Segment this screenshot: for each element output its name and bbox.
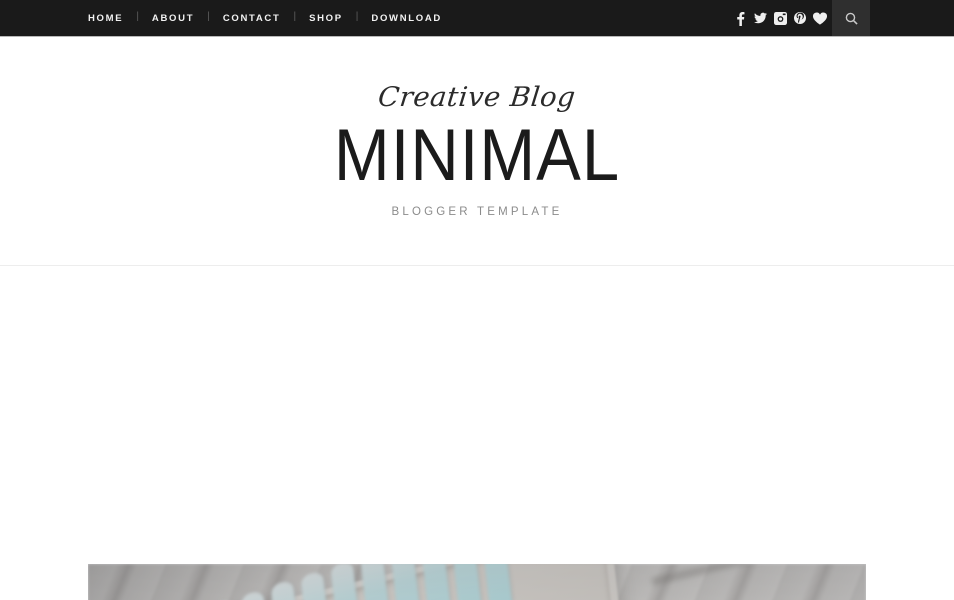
- site-title: MINIMAL: [333, 114, 621, 197]
- search-toggle-button[interactable]: [832, 0, 870, 36]
- site-subtitle: BLOGGER TEMPLATE: [391, 205, 563, 218]
- nav-item-download[interactable]: DOWNLOAD: [371, 13, 442, 24]
- facebook-icon[interactable]: [730, 0, 750, 36]
- nav-separator: |: [355, 11, 359, 22]
- site-tagline-script: Creative Blog: [376, 82, 578, 114]
- nav-item-shop[interactable]: SHOP: [309, 13, 343, 24]
- heart-icon[interactable]: [810, 0, 830, 36]
- main-menu: HOME | ABOUT | CONTACT | SHOP | DOWNLOAD: [88, 11, 442, 24]
- nav-separator: |: [136, 11, 139, 22]
- hero-image: [88, 564, 866, 600]
- nav-item-about[interactable]: ABOUT: [152, 13, 194, 24]
- instagram-icon[interactable]: [770, 0, 790, 36]
- top-navigation-bar: HOME | ABOUT | CONTACT | SHOP | DOWNLOAD: [0, 0, 954, 37]
- nav-item-contact[interactable]: CONTACT: [223, 13, 281, 24]
- nav-separator: |: [293, 11, 297, 22]
- twitter-icon[interactable]: [750, 0, 770, 36]
- nav-item-home[interactable]: HOME: [88, 13, 123, 24]
- hero-overlay: [88, 564, 866, 600]
- hero-slider-section: PAPILION MINTER SAVIOR READ MORE →: [0, 266, 954, 600]
- pinterest-icon[interactable]: [790, 0, 810, 36]
- search-icon: [845, 12, 858, 25]
- nav-separator: |: [207, 11, 210, 22]
- hero-slide[interactable]: PAPILION MINTER SAVIOR READ MORE →: [88, 564, 866, 600]
- site-header: Creative Blog MINIMAL BLOGGER TEMPLATE: [0, 36, 954, 266]
